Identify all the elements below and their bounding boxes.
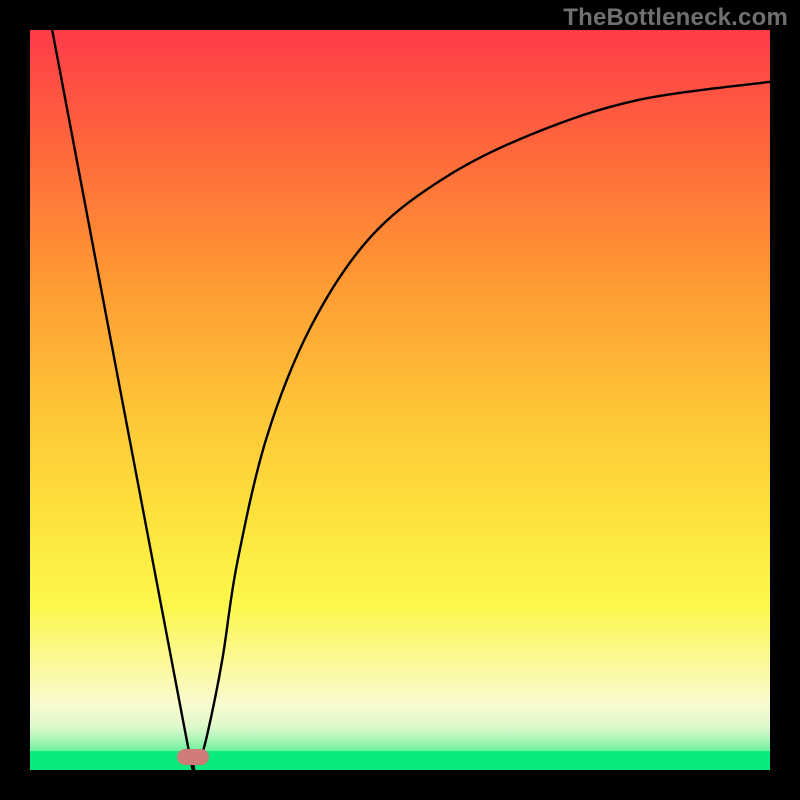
optimal-marker — [177, 749, 209, 765]
chart-frame: TheBottleneck.com — [0, 0, 800, 800]
plot-area — [30, 30, 770, 770]
bottleneck-curve — [30, 30, 770, 770]
watermark-text: TheBottleneck.com — [563, 4, 788, 32]
